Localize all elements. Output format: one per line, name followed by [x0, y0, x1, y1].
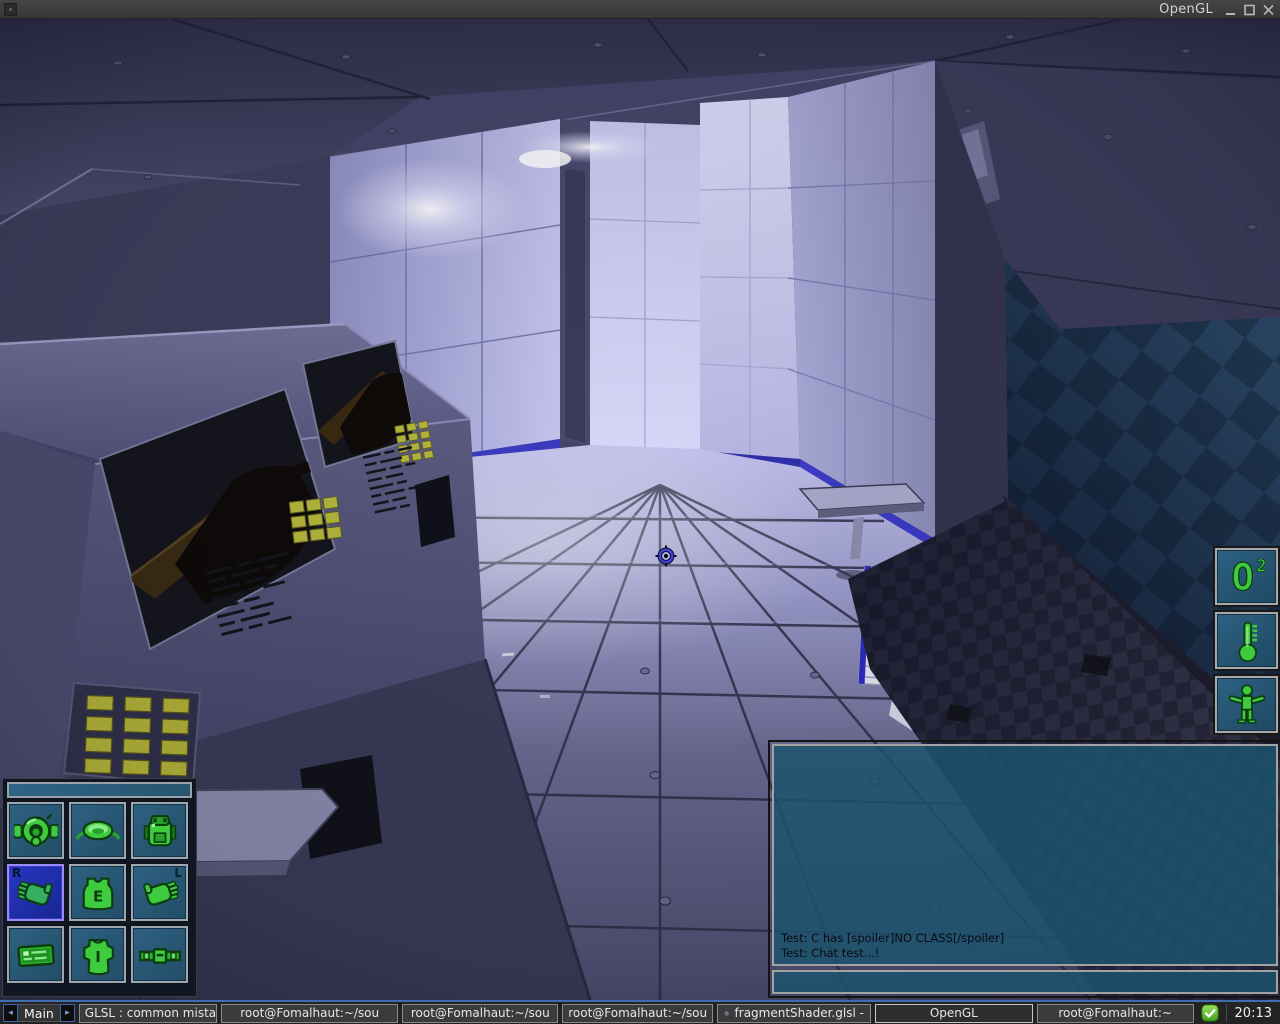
inventory-slot-goggles[interactable] [69, 802, 126, 859]
inventory-header[interactable] [7, 782, 192, 798]
taskbar-window-terminal-1[interactable]: root@Fomalhaut:~/sou [221, 1004, 398, 1023]
taskbar: ◂ Main ▸ GLSL : common mista root@Fomalh… [0, 1000, 1280, 1024]
oxygen-icon: O 2 [1224, 554, 1270, 600]
oxygen-superscript: 2 [1256, 556, 1266, 576]
close-button[interactable] [1261, 3, 1276, 16]
pager-prev-button[interactable]: ◂ [3, 1004, 18, 1022]
inventory-slot-right-hand[interactable]: R [7, 864, 64, 921]
body-icon [1224, 682, 1270, 728]
chat-input-row [772, 970, 1278, 994]
inventory-slot-belt[interactable] [131, 926, 188, 983]
body-status-button[interactable] [1215, 676, 1278, 733]
inventory-slot-armor[interactable]: I [69, 926, 126, 983]
oxygen-label: O [1231, 555, 1254, 599]
taskbar-window-label: root@Fomalhaut:~ [1058, 1006, 1172, 1020]
keycard-icon [14, 933, 58, 977]
window-menu-icon[interactable] [4, 3, 17, 16]
minimize-button[interactable] [1223, 3, 1238, 16]
inventory-slot-helmet[interactable] [7, 802, 64, 859]
inventory-panel: R E [2, 778, 197, 997]
chat-message: Test: C has [spoiler]NO CLASS[/spoiler] [781, 931, 1269, 946]
system-tray [1200, 1004, 1220, 1022]
game-viewport[interactable]: R E [0, 19, 1280, 1000]
taskbar-window-label: root@Fomalhaut:~/sou [240, 1006, 379, 1020]
update-check-icon[interactable] [1200, 1004, 1220, 1022]
chat-message-area: Test: C has [spoiler]NO CLASS[/spoiler] … [772, 744, 1278, 966]
window-controls [1223, 3, 1276, 16]
chat-input[interactable] [774, 973, 1276, 993]
inventory-slot-backpack[interactable] [131, 802, 188, 859]
armor-icon: I [76, 933, 120, 977]
left-hand-label: L [174, 866, 182, 880]
taskbar-window-opengl[interactable]: OpenGL [875, 1004, 1033, 1023]
right-hand-label: R [12, 866, 21, 880]
desktop: OpenGL [0, 0, 1280, 1024]
maximize-button[interactable] [1242, 3, 1257, 16]
helmet-icon [14, 809, 58, 853]
temperature-button[interactable] [1215, 612, 1278, 669]
vest-icon: E [76, 871, 120, 915]
chat-panel: Test: C has [spoiler]NO CLASS[/spoiler] … [768, 740, 1280, 998]
status-button-stack: O 2 [1215, 548, 1278, 740]
vest-letter: E [92, 887, 102, 905]
taskbar-window-label: GLSL : common mista [85, 1006, 216, 1020]
belt-icon [138, 933, 182, 977]
taskbar-window-terminal-4[interactable]: root@Fomalhaut:~ [1037, 1004, 1194, 1023]
taskbar-clock[interactable]: 20:13 [1226, 1004, 1277, 1022]
window-title: OpenGL [1159, 2, 1223, 17]
desktop-pager: ◂ Main ▸ [3, 1004, 75, 1022]
crosshair-reticle [655, 545, 677, 567]
inventory-slot-left-hand[interactable]: L [131, 864, 188, 921]
taskbar-window-firefox[interactable]: GLSL : common mista [79, 1004, 217, 1023]
taskbar-window-label: fragmentShader.glsl - [735, 1006, 864, 1020]
pager-desktop-name: Main [18, 1004, 60, 1022]
taskbar-window-terminal-3[interactable]: root@Fomalhaut:~/sou [562, 1004, 713, 1023]
oxygen-button[interactable]: O 2 [1215, 548, 1278, 605]
taskbar-window-label: root@Fomalhaut:~/sou [568, 1006, 707, 1020]
titlebar[interactable]: OpenGL [0, 0, 1280, 19]
taskbar-window-label: root@Fomalhaut:~/sou [411, 1006, 550, 1020]
text-editor-icon [724, 1007, 729, 1020]
inventory-slot-keycard[interactable] [7, 926, 64, 983]
thermometer-icon [1224, 618, 1270, 664]
taskbar-window-editor[interactable]: fragmentShader.glsl - [717, 1004, 871, 1023]
backpack-icon [138, 809, 182, 853]
inventory-grid: R E [7, 802, 192, 983]
pager-next-button[interactable]: ▸ [60, 1004, 75, 1022]
goggles-icon [76, 809, 120, 853]
taskbar-window-terminal-2[interactable]: root@Fomalhaut:~/sou [402, 1004, 558, 1023]
inventory-slot-vest[interactable]: E [69, 864, 126, 921]
armor-letter: I [95, 948, 101, 966]
chat-message: Test: Chat test...! [781, 946, 1269, 961]
taskbar-window-label: OpenGL [930, 1006, 978, 1020]
